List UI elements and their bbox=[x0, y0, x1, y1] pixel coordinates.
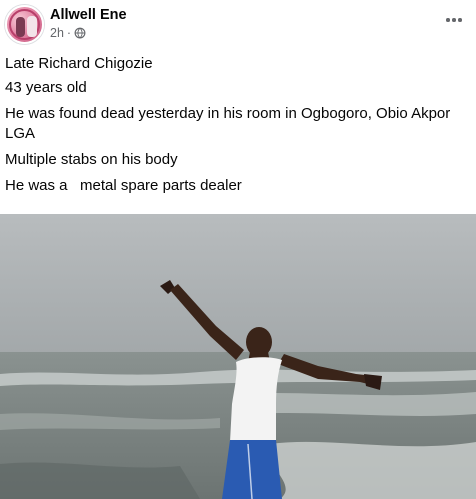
post-text-line: Late Richard Chigozie bbox=[5, 55, 153, 72]
more-options-button[interactable] bbox=[442, 10, 466, 30]
post-header: Allwell Ene 2h · bbox=[0, 0, 476, 46]
avatar-figure bbox=[16, 17, 25, 37]
post-meta: 2h · bbox=[50, 26, 86, 40]
beach-photo bbox=[0, 214, 476, 499]
avatar-figure bbox=[27, 16, 37, 37]
post-text-line: He was found dead yesterday in his room … bbox=[5, 105, 455, 142]
foam bbox=[268, 441, 476, 499]
more-dot bbox=[458, 18, 462, 22]
meta-separator: · bbox=[66, 26, 72, 40]
post-text-line: Multiple stabs on his body bbox=[5, 151, 178, 168]
post-timestamp[interactable]: 2h bbox=[50, 26, 64, 40]
sky bbox=[0, 214, 476, 354]
post-text-line: 43 years old bbox=[5, 79, 87, 96]
globe-icon bbox=[74, 27, 86, 39]
post-photo[interactable] bbox=[0, 214, 476, 499]
post-body: Late Richard Chigozie 43 years old He wa… bbox=[5, 54, 465, 202]
author-name[interactable]: Allwell Ene bbox=[50, 7, 127, 23]
wet-sand bbox=[0, 462, 200, 499]
more-horizontal-icon bbox=[446, 18, 450, 22]
more-dot bbox=[452, 18, 456, 22]
author-avatar[interactable] bbox=[5, 5, 44, 44]
post-text-line: He was a metal spare parts dealer bbox=[5, 177, 242, 194]
